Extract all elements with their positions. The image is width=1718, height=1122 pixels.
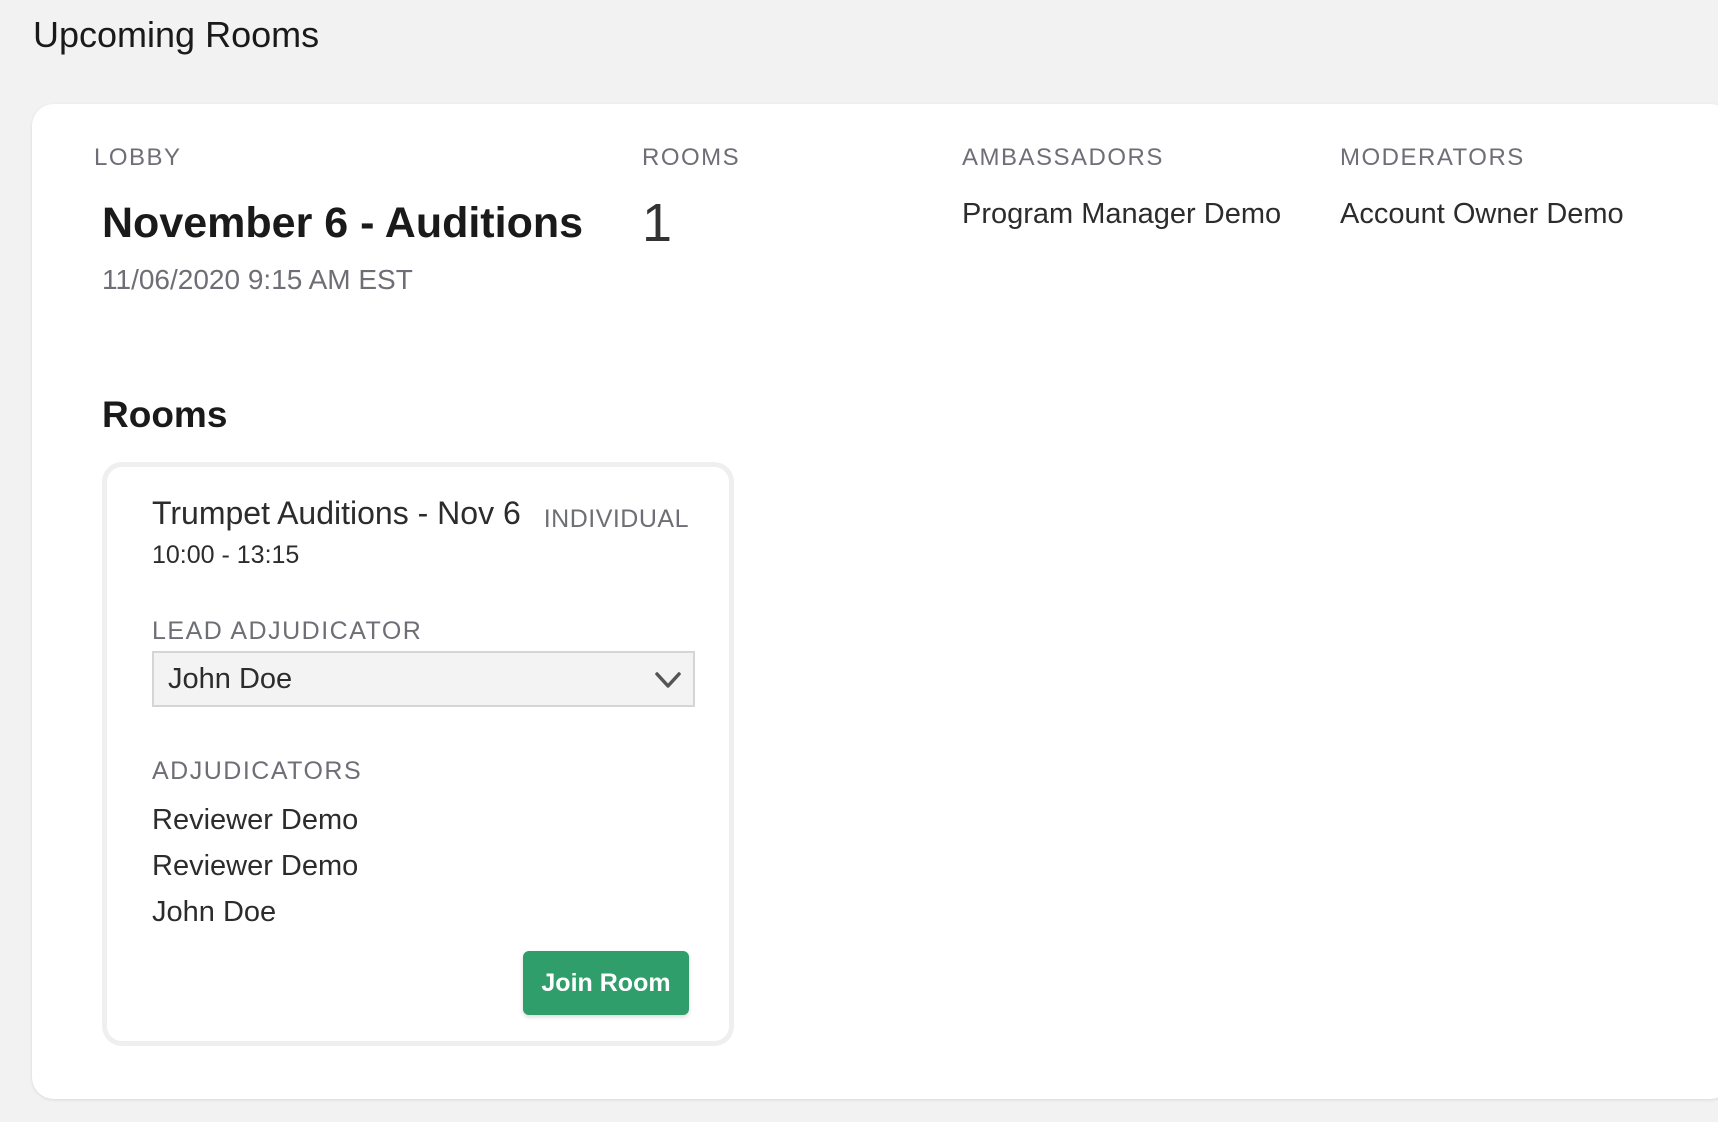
adjudicators-label: ADJUDICATORS	[152, 757, 363, 785]
page-title: Upcoming Rooms	[33, 14, 320, 55]
room-time: 10:00 - 13:15	[152, 541, 300, 569]
lead-adjudicator-value: John Doe	[168, 663, 293, 695]
rooms-count: 1	[642, 193, 673, 253]
list-item: John Doe	[152, 896, 277, 928]
ambassadors-label: AMBASSADORS	[962, 144, 1164, 171]
lobby-datetime: 11/06/2020 9:15 AM EST	[102, 264, 413, 295]
rooms-heading: Rooms	[102, 394, 228, 435]
room-title: Trumpet Auditions - Nov 6	[152, 495, 521, 531]
rooms-count-label: ROOMS	[642, 144, 741, 171]
list-item: Reviewer Demo	[152, 850, 359, 882]
chevron-down-icon	[655, 672, 681, 688]
lobby-name: November 6 - Auditions	[102, 199, 584, 247]
room-card: Trumpet Auditions - Nov 6 INDIVIDUAL 10:…	[102, 462, 734, 1046]
join-room-button[interactable]: Join Room	[523, 951, 689, 1015]
moderators-label: MODERATORS	[1340, 144, 1525, 171]
lobby-card: LOBBY November 6 - Auditions 11/06/2020 …	[32, 104, 1718, 1099]
lobby-label: LOBBY	[94, 144, 182, 171]
lead-adjudicator-select[interactable]: John Doe	[152, 651, 695, 707]
list-item: Reviewer Demo	[152, 804, 359, 836]
ambassador-name: Program Manager Demo	[962, 198, 1282, 230]
adjudicators-list: Reviewer Demo Reviewer Demo John Doe	[152, 797, 358, 935]
room-type-badge: INDIVIDUAL	[543, 505, 689, 533]
moderator-name: Account Owner Demo	[1340, 198, 1624, 230]
lead-adjudicator-label: LEAD ADJUDICATOR	[152, 617, 423, 645]
